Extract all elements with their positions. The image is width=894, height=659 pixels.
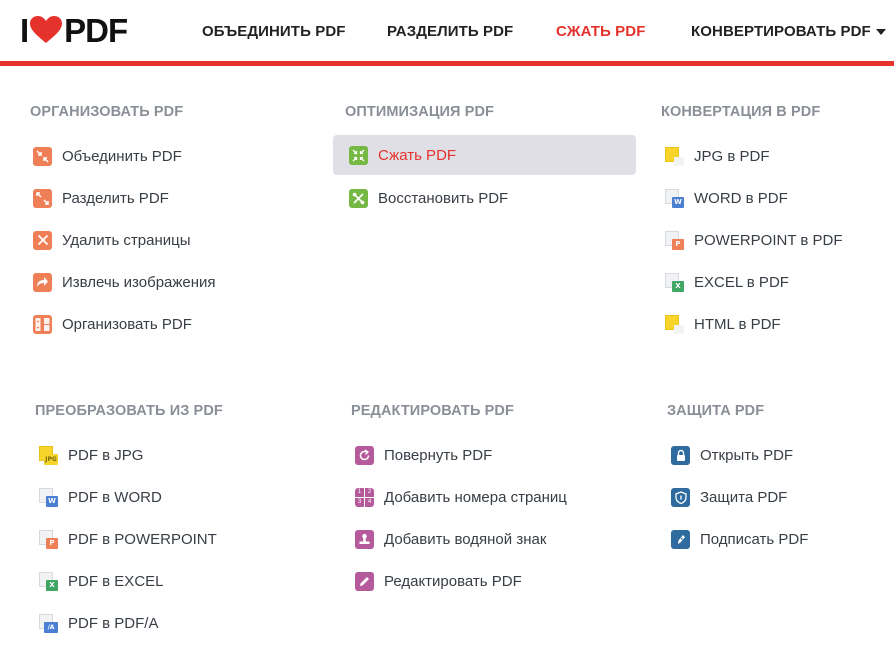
menu-item-pdf-to-word[interactable]: W PDF в WORD <box>39 477 162 517</box>
nav-split-pdf[interactable]: РАЗДЕЛИТЬ PDF <box>387 0 513 62</box>
menu-item-label: PDF в POWERPOINT <box>68 530 217 548</box>
powerpoint-file-icon: P <box>665 230 684 250</box>
menu-item-label: Редактировать PDF <box>384 572 522 590</box>
pdf-to-excel-icon: X <box>39 571 58 591</box>
menu-item-jpg-to-pdf[interactable]: JPG в PDF <box>665 136 769 176</box>
menu-item-label: PDF в PDF/A <box>68 614 159 632</box>
section-title-optimize: ОПТИМИЗАЦИЯ PDF <box>345 104 494 120</box>
menu-item-extract-images[interactable]: Извлечь изображения <box>33 262 216 302</box>
menu-item-label: POWERPOINT в PDF <box>694 231 843 249</box>
menu-item-label: Восстановить PDF <box>378 189 509 207</box>
menu-item-label: Повернуть PDF <box>384 446 493 464</box>
pdf-to-powerpoint-icon: P <box>39 529 58 549</box>
menu-item-rotate-pdf[interactable]: Повернуть PDF <box>355 435 492 475</box>
nav-convert-pdf-label: КОНВЕРТИРОВАТЬ PDF <box>691 22 871 40</box>
menu-item-label: WORD в PDF <box>694 189 788 207</box>
menu-item-label: Защита PDF <box>700 488 788 506</box>
menu-item-label: Подписать PDF <box>700 530 809 548</box>
menu-item-pdf-to-excel[interactable]: X PDF в EXCEL <box>39 561 164 601</box>
logo-letters-pdf: PDF <box>64 11 128 49</box>
section-title-edit: РЕДАКТИРОВАТЬ PDF <box>351 403 514 419</box>
remove-pages-icon <box>33 230 52 250</box>
nav-compress-pdf[interactable]: СЖАТЬ PDF <box>556 0 646 62</box>
section-title-organize: ОРГАНИЗОВАТЬ PDF <box>30 104 184 120</box>
menu-item-merge-pdf[interactable]: Объединить PDF <box>33 136 182 176</box>
heart-icon <box>30 16 63 43</box>
menu-item-label: JPG в PDF <box>694 147 770 165</box>
organize-icon <box>33 314 52 334</box>
menu-item-label: Добавить водяной знак <box>384 530 547 548</box>
menu-item-label: EXCEL в PDF <box>694 273 789 291</box>
section-title-convert-from: ПРЕОБРАЗОВАТЬ ИЗ PDF <box>35 403 223 419</box>
menu-item-word-to-pdf[interactable]: W WORD в PDF <box>665 178 788 218</box>
menu-item-html-to-pdf[interactable]: HTML в PDF <box>665 304 781 344</box>
excel-file-icon: X <box>665 272 684 292</box>
menu-item-pdf-to-pdfa[interactable]: /A PDF в PDF/A <box>39 603 158 643</box>
menu-item-remove-pages[interactable]: Удалить страницы <box>33 220 191 260</box>
split-icon <box>33 188 52 208</box>
word-file-icon: W <box>665 188 684 208</box>
edit-pencil-icon <box>355 571 374 591</box>
menu-item-repair-pdf[interactable]: Восстановить PDF <box>349 178 508 218</box>
nav-merge-pdf-label: ОБЪЕДИНИТЬ PDF <box>202 22 346 40</box>
top-header: I PDF ОБЪЕДИНИТЬ PDF РАЗДЕЛИТЬ PDF СЖАТЬ… <box>0 0 894 62</box>
menu-item-compress-pdf[interactable]: Сжать PDF <box>333 135 636 175</box>
jpg-file-icon <box>665 146 684 166</box>
menu-item-excel-to-pdf[interactable]: X EXCEL в PDF <box>665 262 789 302</box>
menu-item-organize-pdf[interactable]: Организовать PDF <box>33 304 192 344</box>
menu-item-label: Извлечь изображения <box>62 273 216 291</box>
extract-images-icon <box>33 272 52 292</box>
menu-item-label: PDF в JPG <box>68 446 144 464</box>
menu-item-label: PDF в WORD <box>68 488 162 506</box>
menu-item-label: Удалить страницы <box>62 231 191 249</box>
menu-item-protect-pdf[interactable]: Защита PDF <box>671 477 787 517</box>
nav-compress-pdf-label: СЖАТЬ PDF <box>556 22 646 40</box>
rotate-icon <box>355 445 374 465</box>
caret-down-icon <box>875 28 886 35</box>
menu-item-label: HTML в PDF <box>694 315 781 333</box>
menu-item-label: Открыть PDF <box>700 446 794 464</box>
menu-item-split-pdf[interactable]: Разделить PDF <box>33 178 169 218</box>
menu-item-edit-pdf[interactable]: Редактировать PDF <box>355 561 522 601</box>
unlock-icon <box>671 445 690 465</box>
section-title-security: ЗАЩИТА PDF <box>667 403 765 419</box>
menu-item-label: PDF в EXCEL <box>68 572 164 590</box>
menu-item-add-page-numbers[interactable]: 1 2 3 4 Добавить номера страниц <box>355 477 567 517</box>
pdf-to-word-icon: W <box>39 487 58 507</box>
menu-item-sign-pdf[interactable]: Подписать PDF <box>671 519 808 559</box>
logo-letter-i: I <box>20 11 29 49</box>
nav-split-pdf-label: РАЗДЕЛИТЬ PDF <box>387 22 514 40</box>
menu-item-pdf-to-jpg[interactable]: JPG PDF в JPG <box>39 435 143 475</box>
menu-item-label: Добавить номера страниц <box>384 488 567 506</box>
sign-pen-icon <box>671 529 690 549</box>
nav-convert-pdf[interactable]: КОНВЕРТИРОВАТЬ PDF <box>691 0 886 62</box>
pdf-to-jpg-icon: JPG <box>39 445 58 465</box>
html-file-icon <box>665 314 684 334</box>
compress-icon <box>349 145 368 165</box>
watermark-icon <box>355 529 374 549</box>
page-numbers-icon: 1 2 3 4 <box>355 487 374 507</box>
header-accent-line <box>0 61 894 66</box>
repair-icon <box>349 188 368 208</box>
nav-merge-pdf[interactable]: ОБЪЕДИНИТЬ PDF <box>202 0 346 62</box>
menu-item-label: Разделить PDF <box>62 189 169 207</box>
shield-icon <box>671 487 690 507</box>
section-title-convert-to: КОНВЕРТАЦИЯ В PDF <box>661 104 821 120</box>
ilovepdf-logo[interactable]: I PDF <box>20 11 128 49</box>
menu-item-label: Сжать PDF <box>378 146 457 164</box>
pdf-to-pdfa-icon: /A <box>39 613 58 633</box>
menu-item-label: Организовать PDF <box>62 315 192 333</box>
menu-item-label: Объединить PDF <box>62 147 182 165</box>
menu-item-unlock-pdf[interactable]: Открыть PDF <box>671 435 793 475</box>
menu-item-powerpoint-to-pdf[interactable]: P POWERPOINT в PDF <box>665 220 843 260</box>
menu-item-pdf-to-powerpoint[interactable]: P PDF в POWERPOINT <box>39 519 217 559</box>
menu-item-add-watermark[interactable]: Добавить водяной знак <box>355 519 546 559</box>
merge-icon <box>33 146 52 166</box>
